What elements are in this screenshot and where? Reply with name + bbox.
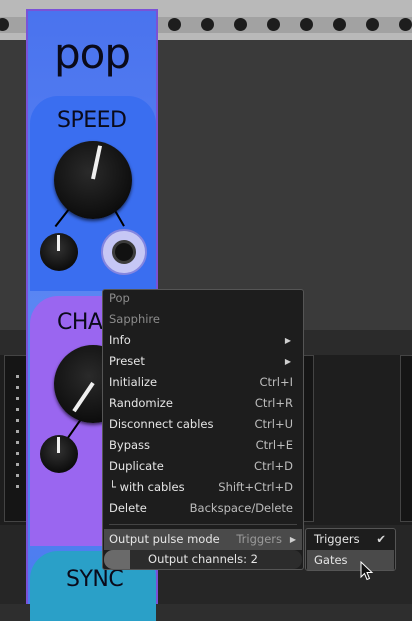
menu-item-info[interactable]: Info ▶ — [109, 330, 297, 351]
slider-label: Output channels: 2 — [148, 552, 258, 566]
rack-screw-hole — [168, 18, 181, 31]
module-context-menu: Pop Sapphire Info ▶ Preset ▶ Initialize … — [102, 289, 304, 570]
menu-item-label: Duplicate — [109, 459, 164, 473]
submenu-arrow-icon: ▶ — [284, 336, 291, 345]
menu-item-shortcut: Ctrl+I — [259, 375, 294, 389]
menu-item-label: Info — [109, 333, 131, 347]
chaos-knob-indicator — [72, 381, 95, 413]
menu-item-label: Output pulse mode — [109, 532, 220, 546]
rack-screw-hole — [201, 18, 214, 31]
menu-item-label: Randomize — [109, 396, 173, 410]
menu-item-disconnect-cables[interactable]: Disconnect cables Ctrl+U — [109, 414, 297, 435]
rack-screw-hole — [234, 18, 247, 31]
speed-knob-indicator — [91, 145, 103, 180]
menu-item-label: Preset — [109, 354, 145, 368]
output-channels-slider[interactable]: Output channels: 2 — [104, 550, 302, 569]
menu-item-duplicate-with-cables[interactable]: └ with cables Shift+Ctrl+D — [109, 477, 297, 498]
menu-item-duplicate[interactable]: Duplicate Ctrl+D — [109, 456, 297, 477]
menu-item-shortcut: Ctrl+D — [254, 459, 293, 473]
menu-item-preset[interactable]: Preset ▶ — [109, 351, 297, 372]
speed-cv-input-jack[interactable] — [101, 229, 147, 275]
speed-label: SPEED — [57, 108, 127, 133]
checkmark-icon: ✔ — [376, 532, 386, 546]
menu-item-label: └ with cables — [109, 480, 185, 494]
menu-item-shortcut: Ctrl+U — [254, 417, 293, 431]
knob-indicator — [57, 437, 60, 453]
submenu-item-gates[interactable]: Gates — [307, 550, 394, 570]
submenu-item-label: Gates — [314, 553, 348, 567]
rack-screw-hole — [300, 18, 313, 31]
menu-item-label: Disconnect cables — [109, 417, 214, 431]
chaos-cv-attenuverter-knob[interactable] — [40, 435, 78, 473]
menu-item-bypass[interactable]: Bypass Ctrl+E — [109, 435, 297, 456]
submenu-item-triggers[interactable]: Triggers ✔ — [307, 529, 394, 549]
menu-item-label: Initialize — [109, 375, 158, 389]
submenu-arrow-icon: ▶ — [289, 535, 296, 544]
menu-module-name: Pop — [109, 291, 130, 305]
menu-item-delete[interactable]: Delete Backspace/Delete — [109, 498, 297, 519]
menu-item-shortcut: Backspace/Delete — [189, 501, 293, 515]
rack-module-far-right — [400, 355, 412, 522]
menu-item-label: Delete — [109, 501, 147, 515]
menu-item-current-value: Triggers — [236, 532, 282, 546]
rack-screw-hole — [333, 18, 346, 31]
module-title: pop — [53, 29, 131, 78]
menu-item-shortcut: Ctrl+R — [254, 396, 293, 410]
rack-module-vents — [16, 375, 20, 496]
submenu-arrow-icon: ▶ — [284, 357, 291, 366]
menu-item-output-pulse-mode[interactable]: Output pulse mode Triggers ▶ — [104, 529, 302, 550]
rack-screw-hole — [366, 18, 379, 31]
menu-item-randomize[interactable]: Randomize Ctrl+R — [109, 393, 297, 414]
menu-item-shortcut: Ctrl+E — [255, 438, 293, 452]
chaos-label: CHA — [57, 310, 103, 335]
menu-separator — [109, 524, 297, 525]
sync-label: SYNC — [66, 567, 124, 592]
menu-plugin-name: Sapphire — [109, 312, 160, 326]
menu-item-initialize[interactable]: Initialize Ctrl+I — [109, 372, 297, 393]
mouse-pointer-icon — [360, 561, 374, 581]
speed-knob[interactable] — [54, 141, 132, 219]
knob-indicator — [57, 235, 60, 251]
menu-item-label: Bypass — [109, 438, 151, 452]
jack-socket — [112, 240, 136, 264]
rack-screw-hole — [267, 18, 280, 31]
speed-cv-attenuverter-knob[interactable] — [40, 233, 78, 271]
menu-item-shortcut: Shift+Ctrl+D — [218, 480, 293, 494]
pulse-mode-submenu: Triggers ✔ Gates — [305, 528, 396, 571]
rack-screw-hole — [399, 18, 412, 31]
submenu-item-label: Triggers — [314, 532, 360, 546]
